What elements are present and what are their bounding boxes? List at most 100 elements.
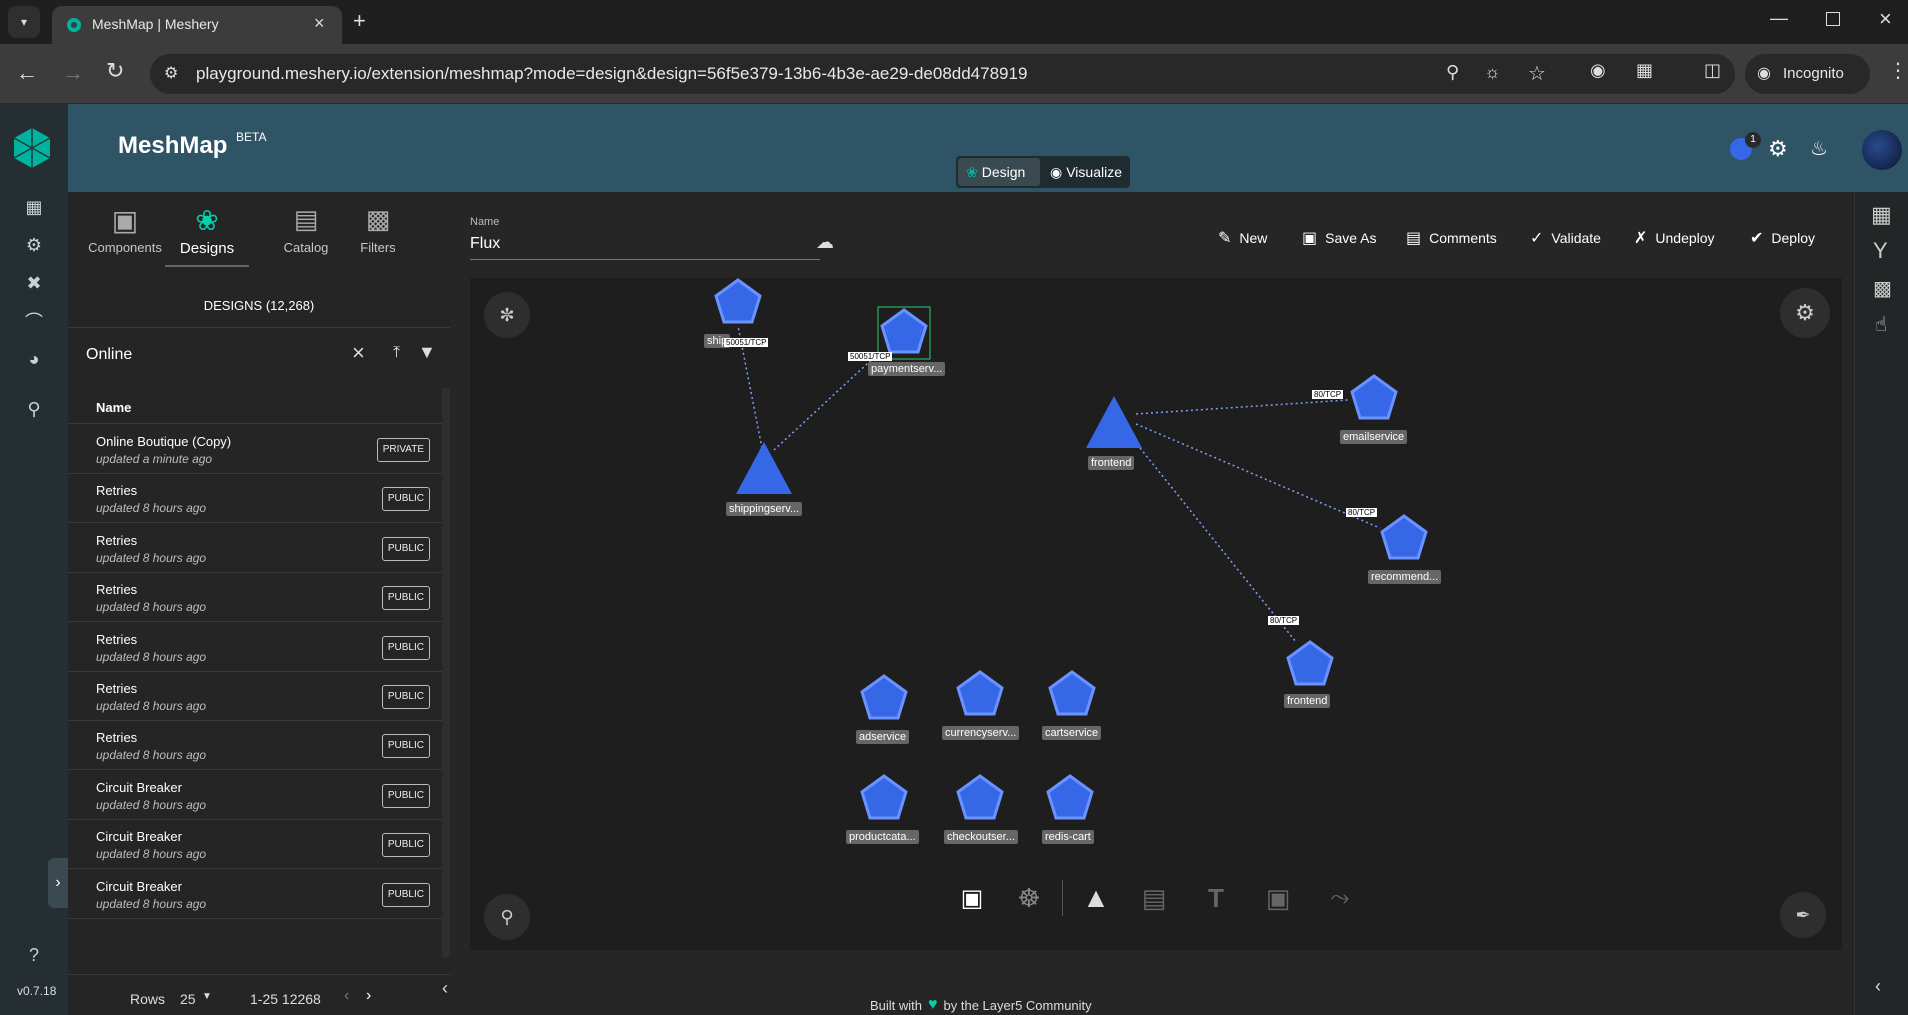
eye-off-icon[interactable]: ☼ [1484,62,1501,83]
upload-icon[interactable]: ⤒ [393,344,400,362]
mode-design-button[interactable]: ❀ Design [958,158,1040,186]
user-avatar[interactable] [1862,130,1902,170]
grid-view-icon[interactable]: ▦ [1871,202,1892,228]
collapse-panel-handle[interactable]: › [48,858,68,908]
visibility-badge[interactable]: PUBLIC [381,536,430,561]
visibility-badge[interactable]: PRIVATE [376,438,430,462]
performance-icon[interactable]: ⌒ [19,306,49,336]
deploy-button[interactable]: ✔ Deploy [1750,226,1815,250]
meshmap-location-icon[interactable]: ⚲ [19,394,49,424]
filter-icon[interactable]: ▼ [418,342,436,363]
table-row[interactable]: Retries updated 8 hours ago PUBLIC [68,672,442,721]
save-as-button[interactable]: ▣ Save As [1302,226,1377,250]
layers-button[interactable]: ✼ [484,292,530,338]
component-tool-icon[interactable]: ▣ [952,878,992,918]
incognito-indicator[interactable]: ◉ Incognito [1745,54,1870,94]
next-page-icon[interactable]: › [366,987,371,1005]
table-row[interactable]: Circuit Breaker updated 8 hours ago PUBLIC [68,771,442,820]
comment-tool-icon[interactable]: ▤ [1134,878,1174,918]
canvas-settings-button[interactable]: ⚙ [1780,288,1830,338]
visibility-badge[interactable]: PUBLIC [381,734,430,759]
table-row[interactable]: Retries updated 8 hours ago PUBLIC [68,623,442,672]
cloud-sync-icon[interactable]: ☁ [816,232,834,253]
visibility-badge[interactable]: PUBLIC [381,685,430,709]
browser-tab[interactable]: MeshMap | Meshery × [52,6,342,44]
reload-icon[interactable]: ↻ [106,58,124,84]
table-row[interactable]: Circuit Breaker updated 8 hours ago PUBLIC [68,820,442,870]
star-icon[interactable]: ☆ [1528,61,1546,86]
help-icon[interactable]: ? [19,940,49,970]
tab-components[interactable]: ▣ Components [80,204,170,255]
meshery-logo-icon[interactable] [10,126,54,170]
restore-icon[interactable] [1826,12,1840,26]
visibility-badge[interactable]: PUBLIC [381,487,430,512]
table-row[interactable]: Retries updated 8 hours ago PUBLIC [68,721,442,771]
browser-menu-icon[interactable]: ⋮ [1888,58,1908,83]
zoom-icon[interactable]: ⚲ [1446,62,1459,83]
minimize-icon[interactable]: — [1770,8,1788,29]
puzzle-icon[interactable]: ▦ [1636,60,1653,81]
table-row[interactable]: Retries updated 8 hours ago PUBLIC [68,524,442,573]
visibility-badge[interactable]: PUBLIC [381,882,430,907]
close-tab-icon[interactable]: × [314,13,325,34]
visibility-badge[interactable]: PUBLIC [381,635,430,660]
dashboard-icon[interactable]: ▦ [19,192,49,222]
visibility-badge[interactable]: PUBLIC [381,783,430,808]
sidepanel-icon[interactable]: ◫ [1704,60,1721,81]
clear-search-icon[interactable]: × [352,340,365,366]
extensions-icon[interactable]: ◕ [19,344,49,374]
edge-label-recommend: 80/TCP [1346,508,1378,517]
column-name-header[interactable]: Name [96,400,131,415]
touch-icon[interactable]: ☝ [1875,312,1887,337]
mode-visualize-button[interactable]: ◉ Visualize [1044,158,1128,186]
visibility-badge[interactable]: PUBLIC [381,833,430,858]
lifecycle-icon[interactable]: ⚙ [19,230,49,260]
new-tab-icon[interactable]: + [353,8,366,34]
new-button[interactable]: ✎ New [1218,226,1267,250]
zoom-button[interactable]: ⚲ [484,894,530,940]
shapes-tool-icon[interactable]: ▲ [1076,878,1116,918]
table-row[interactable]: Retries updated 8 hours ago PUBLIC [68,573,442,623]
notifications-bell-icon[interactable]: ♨ [1810,136,1828,161]
design-title: Retries [96,532,138,548]
prev-page-icon[interactable]: ‹ [344,987,349,1005]
forward-icon[interactable]: → [62,60,84,86]
validate-button[interactable]: ✓ Validate [1530,226,1601,250]
design-canvas[interactable]: ship 50051/TCP paymentserv... 50051/TCP … [470,278,1842,950]
tab-designs[interactable]: ❀ Designs [162,204,252,267]
configuration-icon[interactable]: ✖ [19,268,49,298]
url-field[interactable]: ⚙ playground.meshery.io/extension/meshma… [150,54,1735,94]
design-updated: updated 8 hours ago [96,550,207,565]
section-tool-icon[interactable]: ▣ [1258,878,1298,918]
kubernetes-tool-icon[interactable]: ☸ [1009,878,1049,918]
table-scrollbar[interactable] [442,388,450,958]
chevron-down-icon[interactable]: ▼ [202,991,212,1002]
rows-per-page-select[interactable]: 25 [180,991,196,1007]
tab-filters[interactable]: ▩ Filters [338,204,418,255]
designs-side-panel: ▣ Components ❀ Designs ▤ Catalog ▩ Filte… [68,192,450,1015]
design-name-field[interactable]: Flux [470,230,820,260]
back-icon[interactable]: ← [16,60,38,86]
settings-gear-icon[interactable]: ⚙ [1768,136,1788,162]
search-input[interactable]: Online [86,346,132,364]
comments-button[interactable]: ▤ Comments [1406,226,1497,250]
close-window-icon[interactable]: × [1879,6,1892,32]
extension-icon[interactable]: ◉ [1590,60,1606,81]
tab-search-button[interactable]: ▾ [8,6,40,38]
table-row[interactable]: Retries updated 8 hours ago PUBLIC [68,474,442,524]
incognito-icon: ◉ [1757,65,1771,82]
visibility-badge[interactable]: PUBLIC [381,586,430,611]
chart-icon[interactable]: ▩ [1873,276,1892,301]
pen-tool-button[interactable]: ✒ [1780,892,1826,938]
split-icon[interactable]: Y [1873,238,1888,264]
collapse-right-icon[interactable]: ‹ [1875,976,1881,997]
undeploy-button[interactable]: ✗ Undeploy [1634,226,1715,250]
site-info-icon[interactable]: ⚙ [164,63,178,83]
connector-tool-icon[interactable]: ⤳ [1320,878,1360,918]
tab-active-indicator [165,265,249,267]
table-row[interactable]: Circuit Breaker updated 8 hours ago PUBLIC [68,870,442,919]
table-row[interactable]: Online Boutique (Copy) updated a minute a… [68,425,442,474]
tab-catalog[interactable]: ▤ Catalog [273,204,339,255]
collapse-left-icon[interactable]: ‹ [442,978,448,999]
text-tool-icon[interactable]: T [1196,878,1236,918]
